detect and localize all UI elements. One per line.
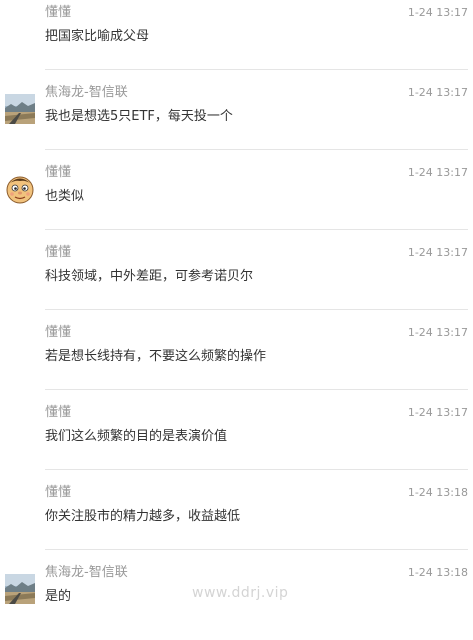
- divider: [45, 469, 468, 470]
- comment-text: 若是想长线持有，不要这么频繁的操作: [45, 349, 267, 364]
- comment-username[interactable]: 焦海龙-智信联: [45, 564, 128, 582]
- divider: [45, 69, 468, 70]
- divider: [45, 549, 468, 550]
- comment-username[interactable]: 懂懂: [45, 244, 71, 262]
- comment-time: 1-24 13:17: [407, 326, 468, 339]
- comment-text: 也类似: [45, 189, 85, 204]
- comment-item: 懂懂 1-24 13:17 把国家比喻成父母: [0, 0, 473, 80]
- comment-text: 把国家比喻成父母: [45, 29, 150, 44]
- comment-username[interactable]: 懂懂: [45, 404, 71, 422]
- comment-time: 1-24 13:17: [407, 166, 468, 179]
- landscape-photo-icon: [5, 574, 35, 604]
- comment-time: 1-24 13:17: [407, 246, 468, 259]
- comment-username[interactable]: 懂懂: [45, 164, 71, 182]
- comment-item: 懂懂 1-24 13:17 我们这么频繁的目的是表演价值: [0, 400, 473, 480]
- comment-text: 是的: [45, 589, 72, 604]
- comment-text: 你关注股市的精力越多，收益越低: [45, 509, 241, 524]
- avatar[interactable]: [5, 94, 35, 124]
- comment-item: 懂懂 1-24 13:17 科技领域，中外差距，可参考诺贝尔: [0, 240, 473, 320]
- comment-username[interactable]: 懂懂: [45, 324, 71, 342]
- comment-username[interactable]: 焦海龙-智信联: [45, 84, 128, 102]
- comment-item: 懂懂 1-24 13:18 你关注股市的精力越多，收益越低: [0, 480, 473, 560]
- comment-text: 我们这么频繁的目的是表演价值: [45, 429, 228, 444]
- avatar[interactable]: [5, 174, 35, 204]
- comment-text: 科技领域，中外差距，可参考诺贝尔: [45, 269, 254, 284]
- comment-time: 1-24 13:17: [407, 406, 468, 419]
- divider: [45, 149, 468, 150]
- comment-text: 我也是想选5只ETF，每天投一个: [45, 109, 233, 124]
- divider: [45, 309, 468, 310]
- comment-time: 1-24 13:17: [407, 6, 468, 19]
- divider: [45, 229, 468, 230]
- comment-item: 懂懂 1-24 13:17 也类似: [0, 160, 473, 240]
- landscape-photo-icon: [5, 94, 35, 124]
- comment-time: 1-24 13:18: [407, 566, 468, 579]
- comment-item: 焦海龙-智信联 1-24 13:17 我也是想选5只ETF，每天投一个: [0, 80, 473, 160]
- comment-list: 懂懂 1-24 13:17 把国家比喻成父母 焦海龙-智信联 1-24 13:1…: [0, 0, 473, 640]
- avatar[interactable]: [5, 574, 35, 604]
- divider: [45, 389, 468, 390]
- cartoon-face-icon: [6, 176, 34, 204]
- comment-username[interactable]: 懂懂: [45, 4, 71, 22]
- watermark: www.ddrj.vip: [192, 585, 289, 601]
- comment-time: 1-24 13:18: [407, 486, 468, 499]
- comment-time: 1-24 13:17: [407, 86, 468, 99]
- comment-username[interactable]: 懂懂: [45, 484, 71, 502]
- comment-item: 懂懂 1-24 13:17 若是想长线持有，不要这么频繁的操作: [0, 320, 473, 400]
